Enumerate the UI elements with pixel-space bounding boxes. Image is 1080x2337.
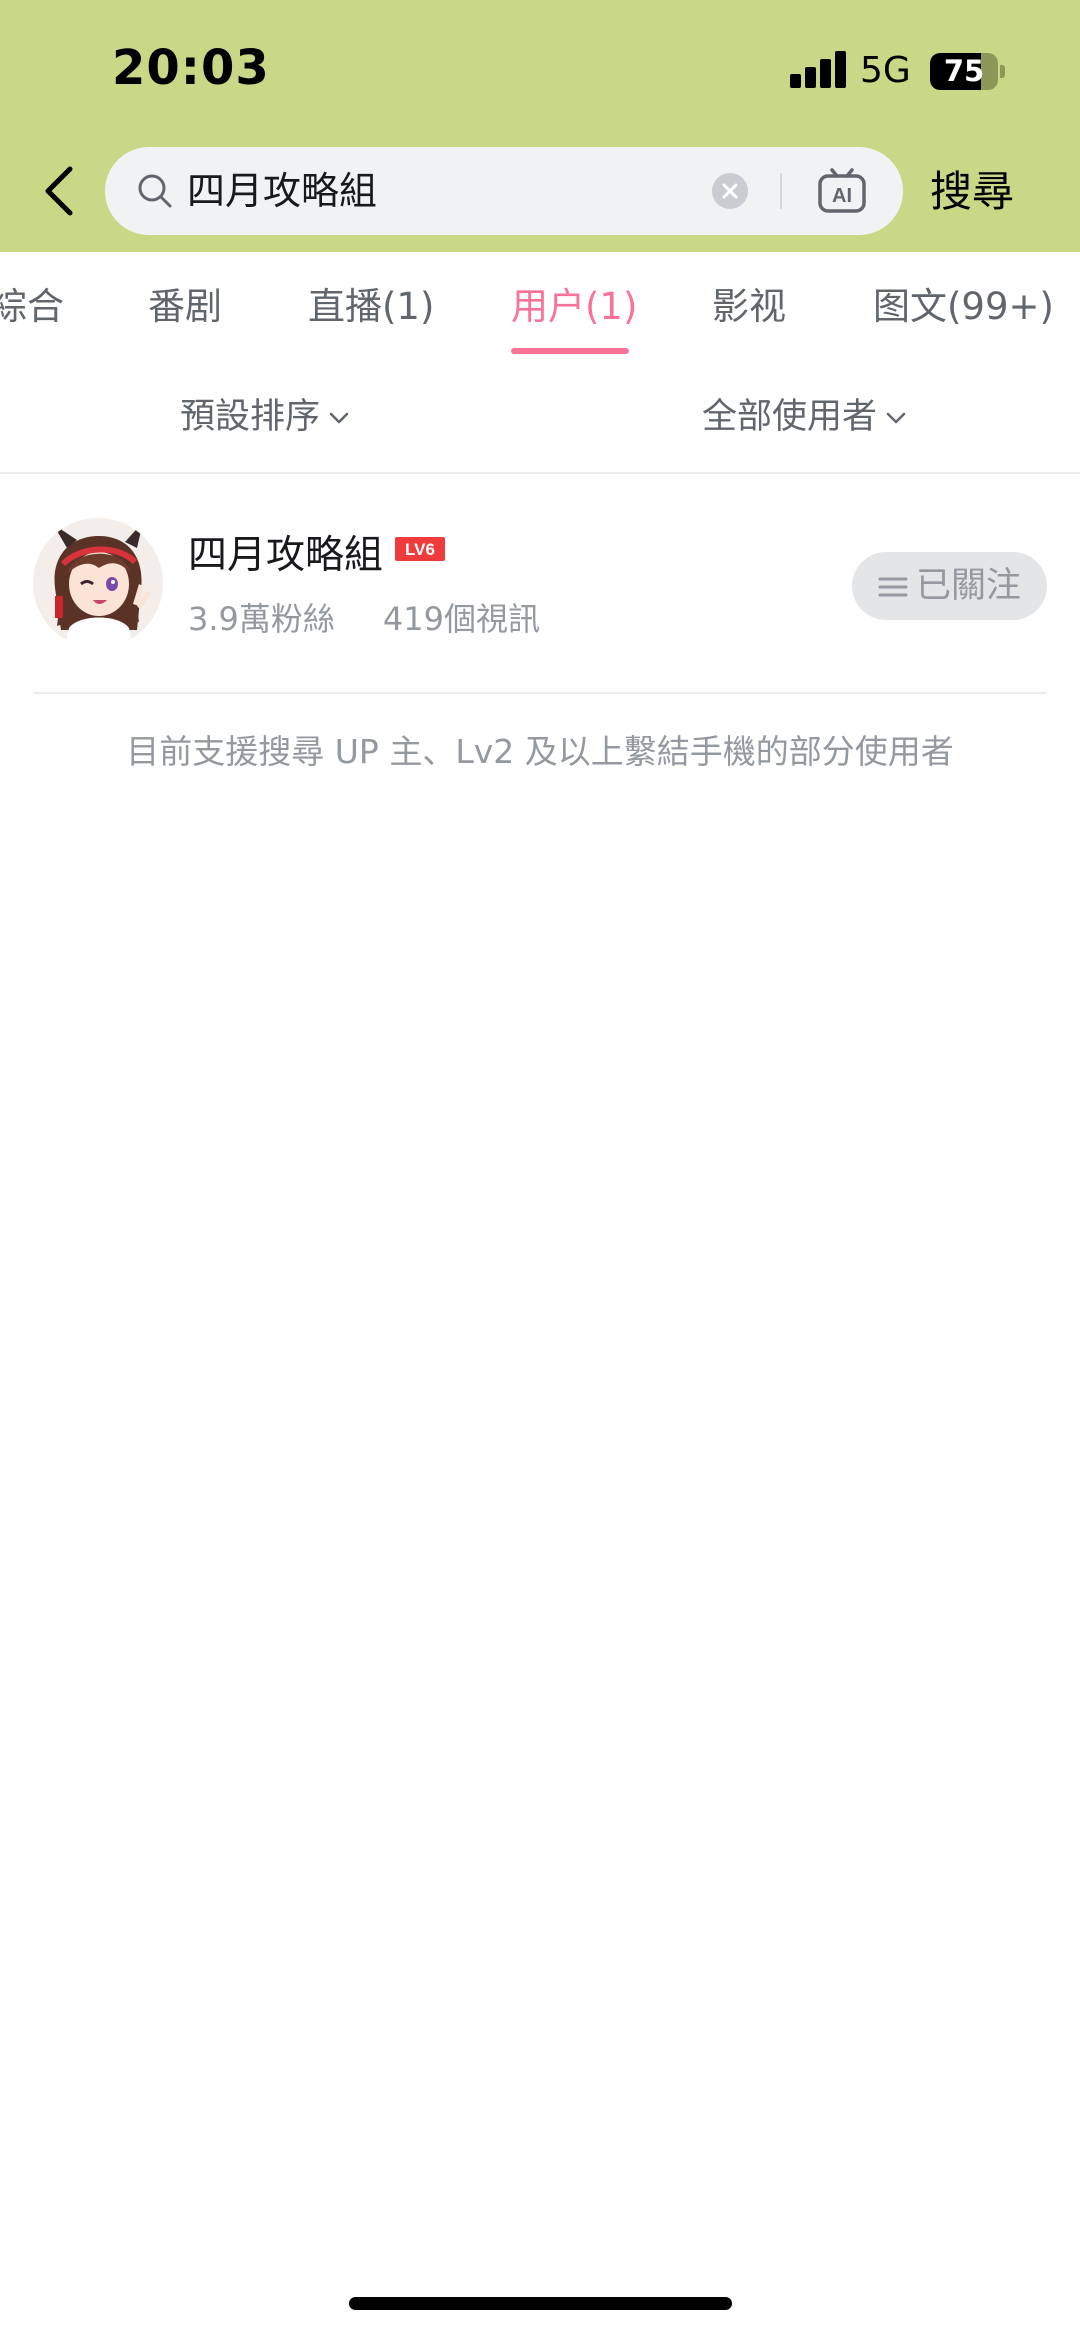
search-bar[interactable]: 四月攻略組 AI (105, 147, 903, 235)
tab-film[interactable]: 影视 (712, 252, 786, 362)
filter-bar: 預設排序 全部使用者 (0, 362, 1080, 474)
followed-button[interactable]: 已關注 (852, 552, 1047, 620)
user-stats: 3.9萬粉絲 419個視訊 (188, 594, 540, 640)
search-input[interactable]: 四月攻略組 (187, 147, 377, 235)
avatar-image (33, 518, 163, 648)
battery-percent: 75 (943, 54, 985, 88)
video-count: 419個視訊 (382, 600, 540, 638)
home-indicator[interactable] (349, 2297, 732, 2310)
followed-label: 已關注 (916, 566, 1022, 606)
search-divider (780, 173, 782, 209)
chevron-down-icon (886, 412, 906, 424)
back-icon (45, 166, 73, 216)
divider (33, 692, 1047, 694)
search-icon (138, 174, 172, 208)
follower-count: 3.9萬粉絲 (188, 600, 335, 638)
back-button[interactable] (34, 155, 84, 227)
level-badge: LV6 (395, 537, 445, 561)
tab-live[interactable]: 直播(1) (308, 252, 434, 362)
clear-icon[interactable] (712, 173, 748, 209)
search-submit-button[interactable]: 搜尋 (930, 150, 1060, 234)
network-type: 5G (860, 50, 911, 91)
user-name[interactable]: 四月攻略組 (188, 524, 383, 580)
chevron-down-icon (329, 412, 349, 424)
category-tabs: 綜合 番剧 直播(1) 用户(1) 影视 图文(99+) (0, 252, 1080, 362)
sort-dropdown[interactable]: 預設排序 (180, 362, 352, 472)
tab-anime[interactable]: 番剧 (148, 252, 222, 362)
top-header: 20:03 5G 75 四月攻略組 AI 搜尋 (0, 0, 1080, 252)
tab-comprehensive[interactable]: 綜合 (0, 252, 64, 362)
active-tab-indicator (511, 348, 629, 354)
user-type-label: 全部使用者 (702, 397, 878, 437)
battery-icon: 75 (930, 53, 1005, 90)
avatar[interactable] (33, 518, 163, 648)
tab-users[interactable]: 用户(1) (511, 252, 637, 362)
user-type-dropdown[interactable]: 全部使用者 (702, 362, 909, 472)
search-scope-notice: 目前支援搜尋 UP 主、Lv2 及以上繫結手機的部分使用者 (126, 732, 954, 771)
status-time: 20:03 (112, 40, 270, 96)
level-badge-text: LV6 (405, 540, 435, 559)
sort-label: 預設排序 (180, 397, 321, 437)
ai-icon[interactable]: AI (817, 167, 867, 215)
menu-lines-icon (878, 577, 908, 597)
cellular-signal-icon (790, 50, 848, 88)
svg-text:AI: AI (832, 185, 852, 207)
user-result-item[interactable]: 四月攻略組 LV6 3.9萬粉絲 419個視訊 已關注 (0, 474, 1080, 694)
tab-articles[interactable]: 图文(99+) (873, 252, 1054, 362)
